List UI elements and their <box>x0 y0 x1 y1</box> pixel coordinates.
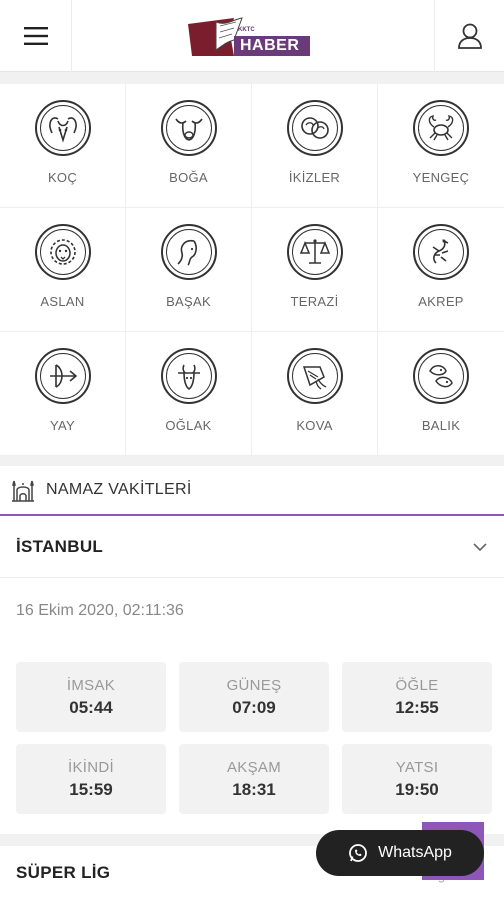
capricorn-icon <box>160 348 217 404</box>
zodiac-item-koc[interactable]: KOÇ <box>0 84 126 208</box>
site-logo[interactable]: KKTC HABER <box>186 16 326 60</box>
league-title: SÜPER LİG <box>16 863 111 882</box>
mosque-icon <box>12 480 34 502</box>
zodiac-item-boga[interactable]: BOĞA <box>126 84 252 208</box>
prayer-datetime: 16 Ekim 2020, 02:11:36 <box>16 602 184 619</box>
prayer-time-name: AKŞAM <box>226 758 281 776</box>
menu-icon <box>23 27 48 45</box>
pisces-icon <box>413 348 469 404</box>
prayer-time-yatsi: YATSI 19:50 <box>342 744 492 814</box>
prayer-time-value: 12:55 <box>395 697 439 717</box>
prayer-times-grid: İMSAK 05:44 GÜNEŞ 07:09 ÖĞLE 12:55 İKİND… <box>16 662 492 814</box>
zodiac-label: ASLAN <box>40 294 85 309</box>
prayer-time-name: ÖĞLE <box>395 676 439 694</box>
virgo-icon <box>160 224 217 280</box>
aquarius-icon <box>286 348 343 404</box>
horoscope-grid: KOÇ BOĞA İKİZLER YENGEÇ ASLAN BAŞAK TERA… <box>0 84 504 456</box>
zodiac-label: KOVA <box>296 418 333 433</box>
top-header: KKTC HABER <box>0 0 504 72</box>
zodiac-item-yay[interactable]: YAY <box>0 332 126 456</box>
libra-icon <box>286 224 343 280</box>
taurus-icon <box>160 100 217 156</box>
prayer-time-ikindi: İKİNDİ 15:59 <box>16 744 166 814</box>
zodiac-item-akrep[interactable]: AKREP <box>378 208 504 332</box>
prayer-time-name: GÜNEŞ <box>226 676 282 694</box>
gemini-icon <box>286 100 343 156</box>
whatsapp-button[interactable]: WhatsApp <box>316 830 484 876</box>
zodiac-item-basak[interactable]: BAŞAK <box>126 208 252 332</box>
selected-city: İSTANBUL <box>16 536 104 556</box>
scorpio-icon <box>413 224 469 280</box>
aries-icon <box>34 100 91 156</box>
zodiac-item-aslan[interactable]: ASLAN <box>0 208 126 332</box>
prayer-times-section: NAMAZ VAKİTLERİ İSTANBUL 16 Ekim 2020, 0… <box>0 466 504 834</box>
zodiac-item-balik[interactable]: BALIK <box>378 332 504 456</box>
prayer-time-value: 15:59 <box>69 779 113 799</box>
zodiac-item-yengec[interactable]: YENGEÇ <box>378 84 504 208</box>
logo-subtitle: KKTC <box>238 27 255 33</box>
zodiac-item-oglak[interactable]: OĞLAK <box>126 332 252 456</box>
user-account-button[interactable] <box>434 0 504 72</box>
zodiac-label: YAY <box>50 418 75 433</box>
zodiac-label: AKREP <box>418 294 464 309</box>
zodiac-label: BALIK <box>421 418 461 433</box>
zodiac-label: BAŞAK <box>166 294 211 309</box>
prayer-time-ogle: ÖĞLE 12:55 <box>342 662 492 732</box>
whatsapp-label: WhatsApp <box>378 844 452 861</box>
whatsapp-icon <box>349 844 367 862</box>
chevron-down-icon <box>473 542 487 551</box>
prayer-time-value: 07:09 <box>232 697 276 717</box>
prayer-time-imsak: İMSAK 05:44 <box>16 662 166 732</box>
prayer-time-value: 18:31 <box>232 779 276 799</box>
leo-icon <box>34 224 91 280</box>
prayer-time-name: İKİNDİ <box>68 758 114 776</box>
prayer-time-name: İMSAK <box>66 676 116 694</box>
prayer-time-value: 19:50 <box>395 779 439 799</box>
zodiac-label: TERAZİ <box>290 294 339 309</box>
zodiac-item-ikizler[interactable]: İKİZLER <box>252 84 378 208</box>
prayer-time-gunes: GÜNEŞ 07:09 <box>179 662 329 732</box>
zodiac-label: BOĞA <box>169 170 208 185</box>
prayer-time-name: YATSI <box>395 758 439 776</box>
zodiac-label: YENGEÇ <box>412 170 470 185</box>
prayer-times-title: NAMAZ VAKİTLERİ <box>46 481 192 498</box>
cancer-icon <box>413 100 469 156</box>
zodiac-label: KOÇ <box>47 170 78 185</box>
prayer-times-header: NAMAZ VAKİTLERİ <box>0 466 504 516</box>
user-icon <box>457 23 482 49</box>
sagittarius-icon <box>34 348 91 404</box>
hamburger-menu-button[interactable] <box>0 0 72 72</box>
logo-wordmark: HABER <box>234 36 310 56</box>
city-selector[interactable]: İSTANBUL <box>0 516 504 578</box>
prayer-time-aksam: AKŞAM 18:31 <box>179 744 329 814</box>
prayer-time-value: 05:44 <box>69 697 113 717</box>
zodiac-label: OĞLAK <box>165 418 212 433</box>
zodiac-item-kova[interactable]: KOVA <box>252 332 378 456</box>
zodiac-label: İKİZLER <box>288 170 341 185</box>
zodiac-item-terazi[interactable]: TERAZİ <box>252 208 378 332</box>
